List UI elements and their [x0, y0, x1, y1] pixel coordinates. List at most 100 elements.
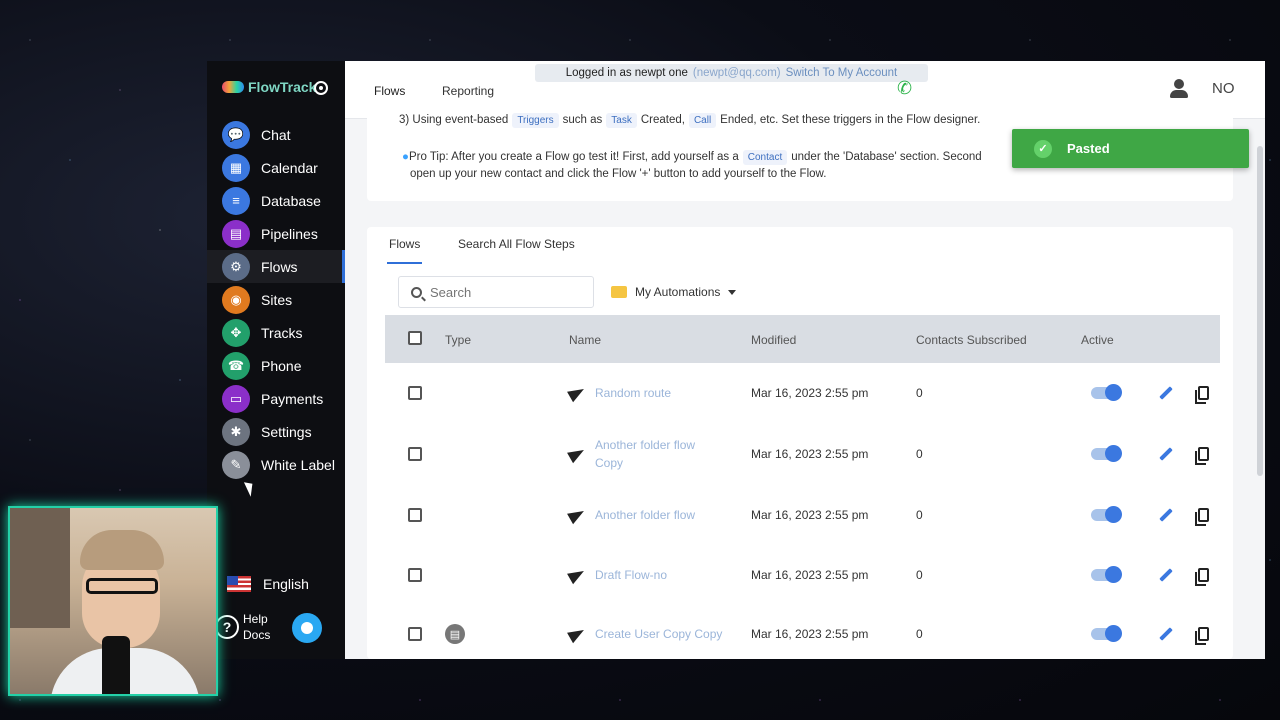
edit-icon[interactable]	[1159, 568, 1173, 582]
sidebar-item-phone[interactable]: ☎ Phone	[207, 349, 345, 382]
sidebar: FlowTrack 💬 Chat ▦ Calendar ≡ Database ▤…	[207, 61, 345, 659]
sidebar-item-label: White Label	[261, 456, 335, 473]
user-avatar-initials[interactable]: NO	[1212, 80, 1235, 97]
row-checkbox[interactable]	[408, 508, 422, 522]
table-row[interactable]: Random route Mar 16, 2023 2:55 pm 0	[385, 363, 1220, 423]
phone-call-icon[interactable]: ✆	[897, 78, 917, 98]
tip-text: 3) Using event-based	[399, 114, 509, 126]
sidebar-item-label: Sites	[261, 291, 293, 308]
flow-name-link[interactable]: Another folder flow Copy	[595, 436, 710, 472]
sidebar-item-settings[interactable]: ✱ Settings	[207, 415, 345, 448]
active-toggle[interactable]	[1091, 506, 1122, 523]
select-all-checkbox[interactable]	[408, 331, 422, 345]
flow-name-link[interactable]: Draft Flow-no	[595, 566, 710, 584]
record-icon[interactable]	[314, 81, 328, 95]
sidebar-item-chat[interactable]: 💬 Chat	[207, 118, 345, 151]
search-input[interactable]	[430, 284, 580, 300]
lightbulb-icon: ●	[402, 151, 409, 163]
copy-icon[interactable]	[1195, 627, 1209, 645]
send-icon	[567, 565, 587, 585]
tracks-icon: ✥	[222, 318, 250, 347]
flow-name-link[interactable]: Random route	[595, 384, 710, 402]
copy-icon[interactable]	[1195, 508, 1209, 526]
triggers-chip: Triggers	[512, 113, 559, 128]
row-checkbox[interactable]	[408, 386, 422, 400]
language-label: English	[263, 576, 309, 592]
modified-date: Mar 16, 2023 2:55 pm	[751, 568, 869, 582]
chat-icon: 💬	[222, 120, 250, 149]
contacts-count: 0	[916, 386, 923, 400]
edit-icon[interactable]	[1159, 627, 1173, 641]
sidebar-nav: 💬 Chat ▦ Calendar ≡ Database ▤ Pipelines…	[207, 118, 345, 481]
active-toggle[interactable]	[1091, 384, 1122, 401]
table-row[interactable]: Draft Flow-no Mar 16, 2023 2:55 pm 0	[385, 545, 1220, 605]
flow-name-link[interactable]: Another folder flow	[595, 506, 735, 524]
sidebar-item-label: Tracks	[261, 324, 303, 341]
send-icon	[567, 383, 587, 403]
tab-reporting[interactable]: Reporting	[442, 84, 494, 98]
contact-chip: Contact	[742, 150, 788, 165]
sidebar-item-label: Pipelines	[261, 225, 318, 242]
table-row[interactable]: ▤ Create User Copy Copy Mar 16, 2023 2:5…	[385, 604, 1220, 659]
contacts-count: 0	[916, 627, 923, 641]
tab-search-flow-steps[interactable]: Search All Flow Steps	[458, 237, 575, 251]
table-header: Type Name Modified Contacts Subscribed A…	[385, 315, 1220, 363]
tip-line-protip: ●Pro Tip: After you create a Flow go tes…	[402, 150, 982, 165]
copy-icon[interactable]	[1195, 447, 1209, 465]
webcam-overlay	[8, 506, 218, 696]
sidebar-item-payments[interactable]: ▭ Payments	[207, 382, 345, 415]
edit-icon[interactable]	[1159, 447, 1173, 461]
active-toggle[interactable]	[1091, 566, 1122, 583]
flow-name-link[interactable]: Create User Copy Copy	[595, 625, 745, 643]
brand-logo[interactable]: FlowTrack	[222, 79, 316, 95]
brand-mark-icon	[222, 81, 244, 93]
tip-text: such as	[562, 114, 603, 126]
sidebar-item-flows[interactable]: ⚙ Flows	[207, 250, 345, 283]
row-checkbox[interactable]	[408, 627, 422, 641]
chevron-down-icon	[728, 289, 737, 295]
folder-label: My Automations	[635, 285, 721, 299]
help-docs-link[interactable]: ? Help Docs	[215, 611, 283, 643]
sidebar-item-label: Database	[261, 192, 321, 209]
copy-icon[interactable]	[1195, 568, 1209, 586]
sidebar-item-pipelines[interactable]: ▤ Pipelines	[207, 217, 345, 250]
sidebar-item-sites[interactable]: ◉ Sites	[207, 283, 345, 316]
column-modified[interactable]: Modified	[751, 333, 796, 347]
users-icon[interactable]	[1169, 79, 1191, 99]
row-checkbox[interactable]	[408, 447, 422, 461]
copy-icon[interactable]	[1195, 386, 1209, 404]
language-selector[interactable]: English	[227, 576, 309, 592]
database-icon: ≡	[222, 186, 250, 215]
toast-notification: ✓ Pasted	[1012, 129, 1249, 168]
column-type[interactable]: Type	[445, 333, 471, 347]
edit-icon[interactable]	[1159, 386, 1173, 400]
sites-icon: ◉	[222, 285, 250, 314]
active-toggle[interactable]	[1091, 445, 1122, 462]
sidebar-item-white-label[interactable]: ✎ White Label	[207, 448, 345, 481]
search-icon	[411, 286, 422, 298]
column-active[interactable]: Active	[1081, 333, 1114, 347]
row-checkbox[interactable]	[408, 568, 422, 582]
us-flag-icon	[227, 576, 251, 592]
sidebar-item-label: Chat	[261, 126, 291, 143]
tab-flows-list[interactable]: Flows	[386, 237, 423, 264]
column-contacts-subscribed[interactable]: Contacts Subscribed	[916, 333, 1027, 347]
folder-dropdown[interactable]: My Automations	[611, 285, 737, 299]
active-toggle[interactable]	[1091, 625, 1122, 642]
table-row[interactable]: Another folder flow Mar 16, 2023 2:55 pm…	[385, 485, 1220, 545]
call-chip: Call	[688, 113, 717, 128]
table-row[interactable]: Another folder flow Copy Mar 16, 2023 2:…	[385, 424, 1220, 484]
tip-text: Created,	[640, 114, 685, 126]
help-label: Help Docs	[243, 612, 271, 642]
column-name[interactable]: Name	[569, 333, 601, 347]
sidebar-item-calendar[interactable]: ▦ Calendar	[207, 151, 345, 184]
scrollbar[interactable]	[1257, 146, 1263, 476]
edit-icon[interactable]	[1159, 508, 1173, 522]
brand-name: FlowTrack	[248, 79, 317, 95]
sidebar-item-database[interactable]: ≡ Database	[207, 184, 345, 217]
chat-bubble-button[interactable]	[292, 613, 322, 643]
sidebar-item-tracks[interactable]: ✥ Tracks	[207, 316, 345, 349]
sidebar-item-label: Payments	[261, 390, 324, 407]
tab-flows[interactable]: Flows	[374, 84, 406, 114]
switch-account-link[interactable]: Switch To My Account	[786, 67, 898, 79]
